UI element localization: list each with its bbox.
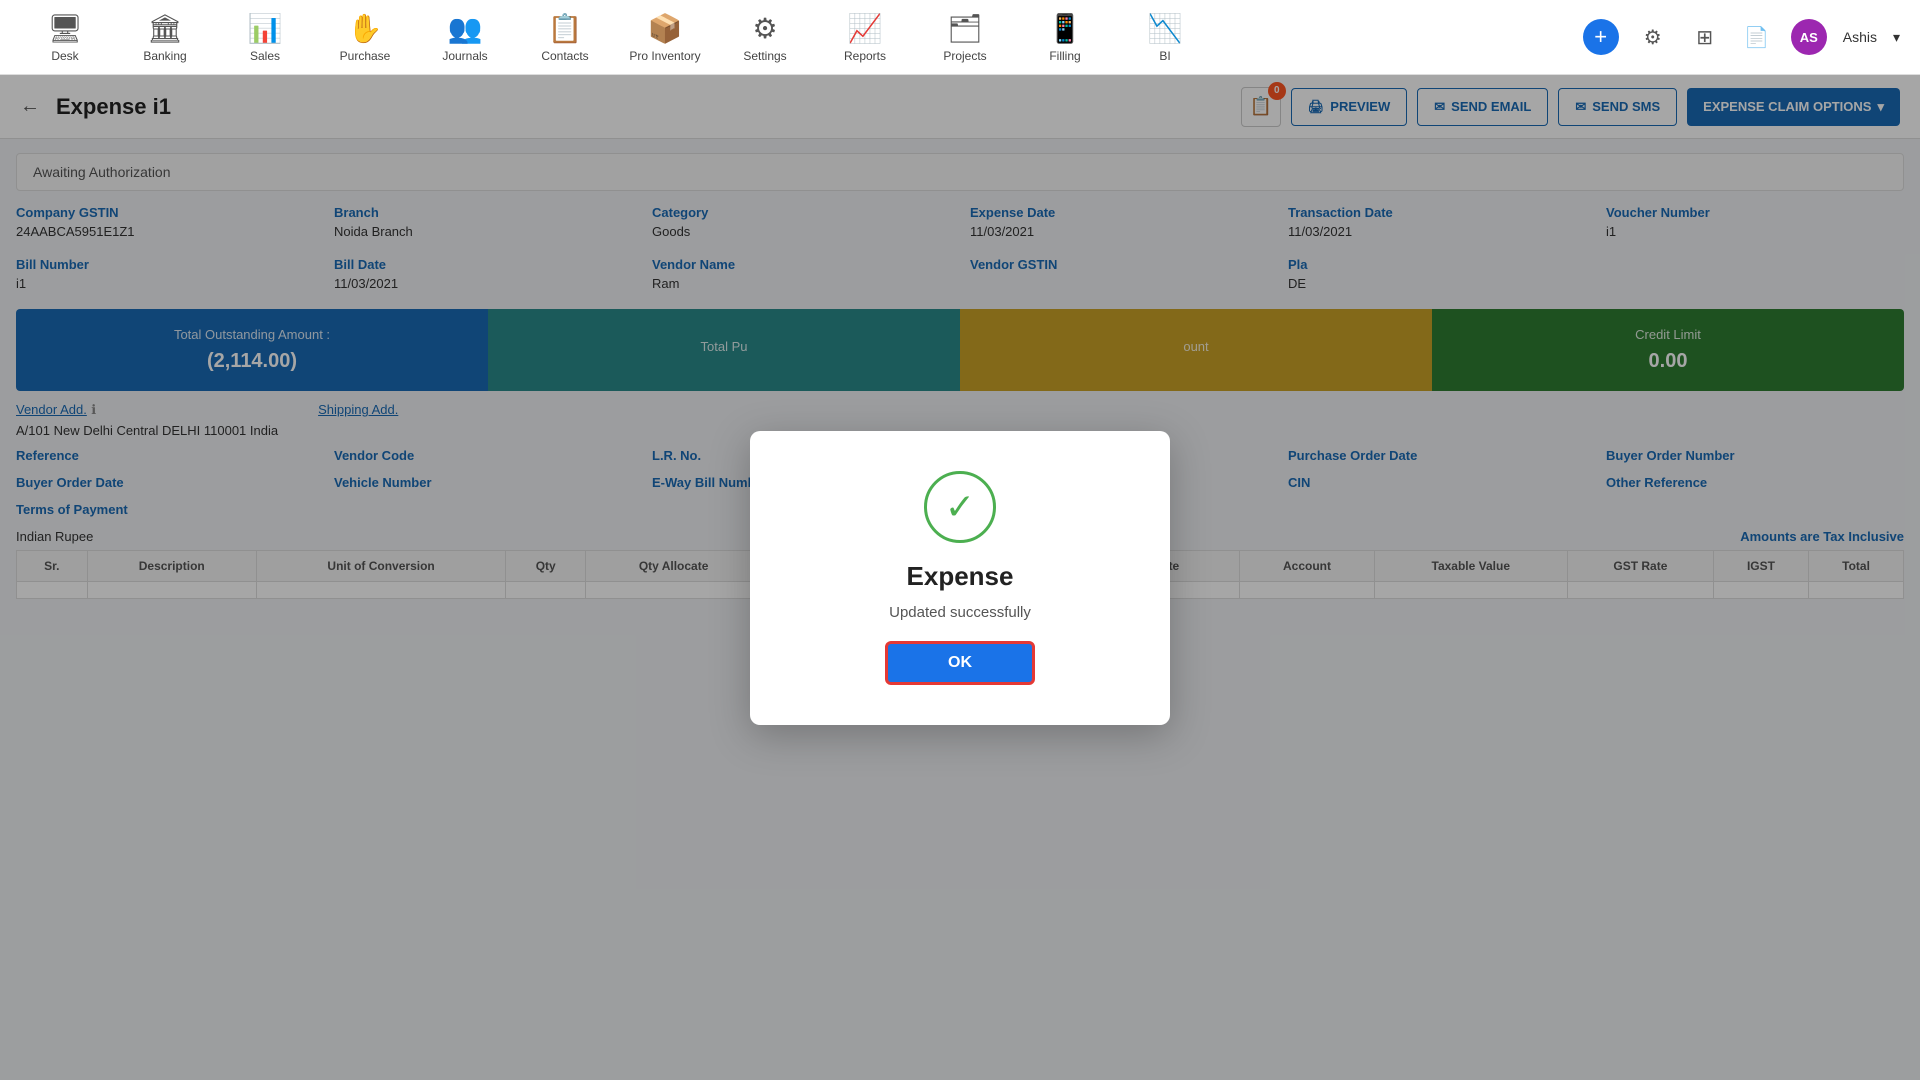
settings-icon: ⚙	[752, 12, 777, 45]
modal-title: Expense	[907, 561, 1014, 592]
nav-contacts-label: Contacts	[541, 49, 588, 63]
nav-purchase[interactable]: ✋ Purchase	[320, 5, 410, 70]
banking-icon: 🏛	[147, 12, 183, 45]
checkmark-icon: ✓	[945, 486, 975, 528]
nav-projects[interactable]: 🗂 Projects	[920, 5, 1010, 70]
desk-icon: 🖥	[47, 12, 83, 45]
modal-ok-button[interactable]: OK	[885, 641, 1035, 685]
sales-icon: 📊	[248, 12, 283, 45]
reports-icon: 📈	[848, 12, 883, 45]
nav-reports-label: Reports	[844, 49, 886, 63]
projects-icon: 🗂	[947, 12, 983, 45]
username-dropdown-icon[interactable]: ▾	[1893, 29, 1900, 46]
success-modal: ✓ Expense Updated successfully OK	[750, 431, 1170, 725]
nav-filling[interactable]: 📱 Filling	[1020, 5, 1110, 70]
nav-filling-label: Filling	[1049, 49, 1080, 63]
add-button[interactable]: +	[1583, 19, 1619, 55]
user-avatar[interactable]: AS	[1791, 19, 1827, 55]
nav-banking[interactable]: 🏛 Banking	[120, 5, 210, 70]
nav-desk[interactable]: 🖥 Desk	[20, 5, 110, 70]
success-icon-circle: ✓	[924, 471, 996, 543]
document-icon[interactable]: 📄	[1739, 19, 1775, 55]
bi-icon: 📉	[1148, 12, 1183, 45]
content-area: ← Expense i1 📋 0 🖨 PREVIEW ✉ SEND EMAIL …	[0, 75, 1920, 1080]
nav-contacts[interactable]: 📋 Contacts	[520, 5, 610, 70]
nav-banking-label: Banking	[143, 49, 186, 63]
nav-desk-label: Desk	[51, 49, 78, 63]
nav-bi[interactable]: 📉 BI	[1120, 5, 1210, 70]
username-label[interactable]: Ashis	[1843, 29, 1877, 45]
top-navigation: 🖥 Desk 🏛 Banking 📊 Sales ✋ Purchase 👥 Jo…	[0, 0, 1920, 75]
nav-purchase-label: Purchase	[340, 49, 391, 63]
nav-pro-inventory-label: Pro Inventory	[629, 49, 700, 63]
modal-overlay: ✓ Expense Updated successfully OK	[0, 75, 1920, 1080]
modal-message: Updated successfully	[889, 604, 1031, 621]
grid-icon[interactable]: ⊞	[1687, 19, 1723, 55]
nav-bi-label: BI	[1159, 49, 1170, 63]
nav-journals[interactable]: 👥 Journals	[420, 5, 510, 70]
nav-journals-label: Journals	[442, 49, 487, 63]
nav-settings[interactable]: ⚙ Settings	[720, 5, 810, 70]
journals-icon: 👥	[448, 12, 483, 45]
nav-sales-label: Sales	[250, 49, 280, 63]
nav-reports[interactable]: 📈 Reports	[820, 5, 910, 70]
nav-settings-label: Settings	[743, 49, 786, 63]
contacts-icon: 📋	[548, 12, 583, 45]
nav-right-area: + ⚙ ⊞ 📄 AS Ashis ▾	[1583, 19, 1900, 55]
filling-icon: 📱	[1048, 12, 1083, 45]
pro-inventory-icon: 📦	[648, 12, 683, 45]
gear-icon[interactable]: ⚙	[1635, 19, 1671, 55]
nav-projects-label: Projects	[943, 49, 986, 63]
purchase-icon: ✋	[348, 12, 383, 45]
nav-sales[interactable]: 📊 Sales	[220, 5, 310, 70]
nav-pro-inventory[interactable]: 📦 Pro Inventory	[620, 5, 710, 70]
